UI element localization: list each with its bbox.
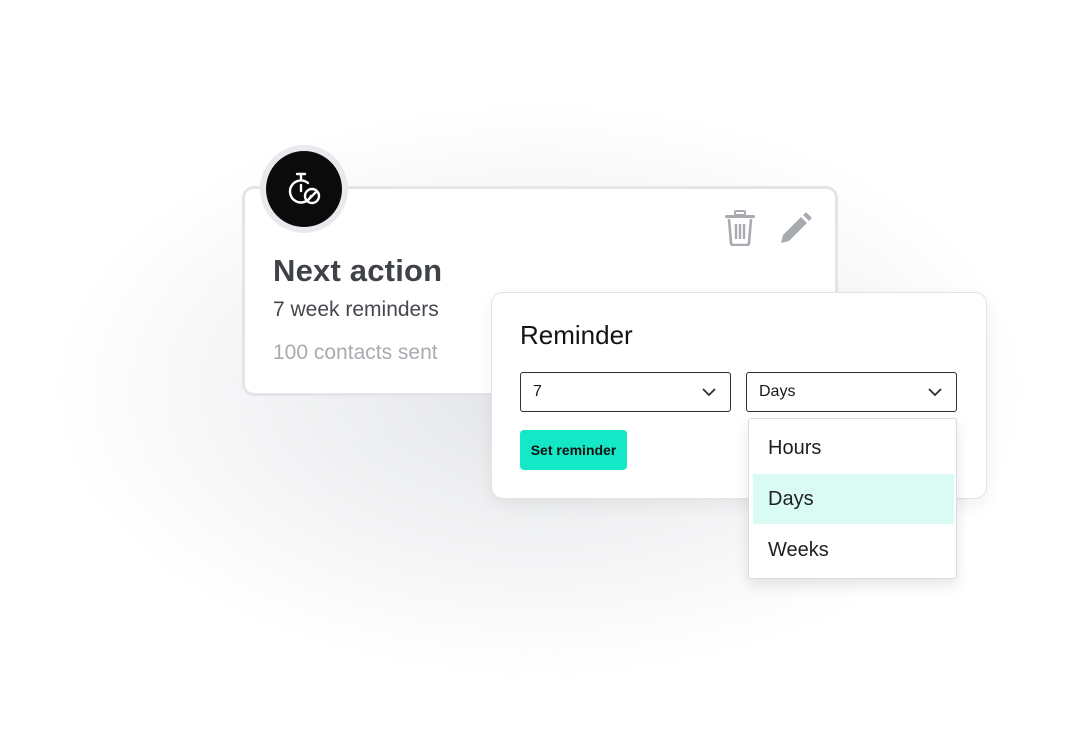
unit-select[interactable]: Days [746,372,957,412]
card-title: Next action [273,253,443,288]
chevron-down-icon [928,388,942,397]
quantity-select[interactable]: 7 [520,372,731,412]
option-weeks[interactable]: Weeks [753,525,954,575]
set-reminder-button[interactable]: Set reminder [520,430,627,470]
quantity-value: 7 [533,383,542,400]
stopwatch-cancel-icon [266,151,342,227]
option-hours[interactable]: Hours [753,423,954,473]
card-badge [260,145,348,233]
trash-icon [725,210,755,247]
option-days[interactable]: Days [753,474,954,524]
card-meta: 100 contacts sent [273,341,438,364]
unit-dropdown-menu: Hours Days Weeks [748,418,957,579]
pencil-icon [781,212,812,243]
delete-button[interactable] [724,210,756,247]
reminder-title: Reminder [520,320,633,350]
edit-button[interactable] [778,212,812,246]
unit-value: Days [759,383,796,400]
chevron-down-icon [702,388,716,397]
card-subtitle: 7 week reminders [273,298,439,321]
